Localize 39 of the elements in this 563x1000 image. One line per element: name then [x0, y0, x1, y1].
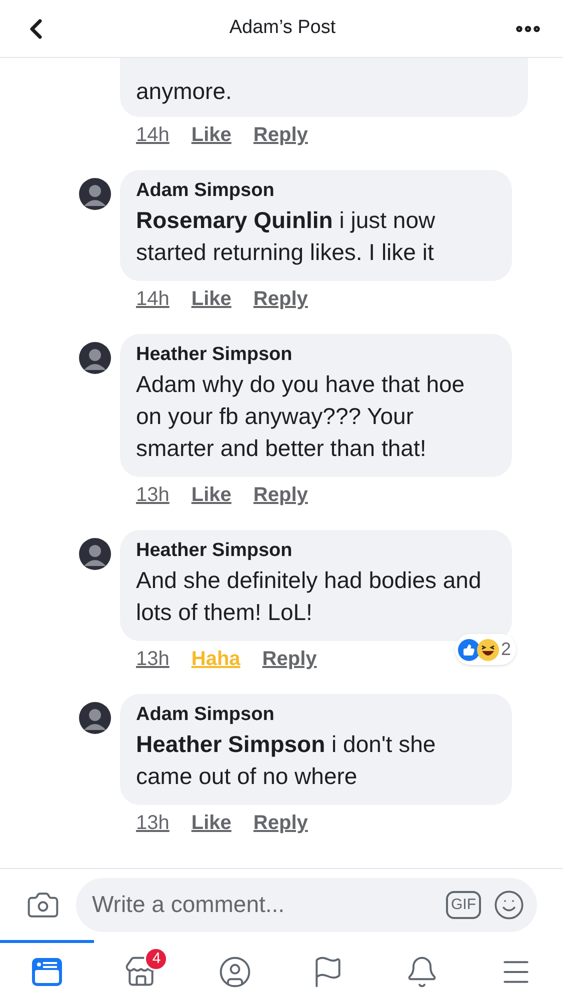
like-link[interactable]: Like: [191, 808, 232, 838]
comment-author[interactable]: Adam Simpson: [136, 702, 496, 728]
avatar-icon: [79, 538, 111, 570]
like-link[interactable]: Like: [191, 480, 232, 510]
reply-link[interactable]: Reply: [262, 644, 317, 674]
comment-time: 14h: [136, 287, 170, 312]
like-link[interactable]: Like: [191, 120, 232, 150]
window-title: Adam’s Post: [229, 16, 336, 40]
tab-item[interactable]: 4: [94, 940, 188, 1000]
reaction-badge[interactable]: 2: [454, 634, 516, 665]
comment-input[interactable]: Write a comment... GIF: [76, 878, 537, 932]
gif-button[interactable]: GIF: [446, 890, 481, 918]
comment-text: Adam why do you have that hoe on your fb anyway??? Your smarter and better than that!: [136, 370, 466, 463]
reply-link[interactable]: Reply: [253, 120, 308, 150]
comment-time: 13h: [136, 483, 170, 508]
avatar-icon: [79, 702, 111, 734]
comment-text: anymore.: [136, 77, 233, 106]
like-link[interactable]: Like: [191, 284, 232, 314]
comment-time: 13h: [136, 647, 170, 672]
profile-icon: [218, 954, 252, 988]
comment-text: Heather Simpson i don't she came out of no where: [136, 730, 437, 791]
avatar-icon: [79, 178, 111, 210]
reply-link[interactable]: Reply: [253, 808, 308, 838]
reaction-count: 2: [500, 638, 512, 661]
laughing-emoji-icon: [476, 638, 499, 660]
comment-author[interactable]: Adam Simpson: [136, 178, 496, 204]
comment-text: Rosemary Quinlin i just now started returning likes. I like it: [136, 206, 436, 267]
comment-time: 14h: [136, 123, 170, 148]
comment-text: And she definitely had bodies and lots of them! LoL!: [136, 566, 482, 627]
comment-author[interactable]: Heather Simpson: [136, 342, 496, 368]
emoji-icon[interactable]: [493, 888, 525, 920]
comment-time: 13h: [136, 811, 170, 836]
comment-author[interactable]: Heather Simpson: [136, 538, 496, 564]
reply-link[interactable]: Reply: [253, 480, 308, 510]
avatar-icon: [79, 342, 111, 374]
reply-link[interactable]: Reply: [253, 284, 308, 314]
news-feed-icon: [30, 956, 63, 988]
notification-badge: 4: [144, 947, 168, 971]
like-reaction-icon: [458, 638, 480, 660]
